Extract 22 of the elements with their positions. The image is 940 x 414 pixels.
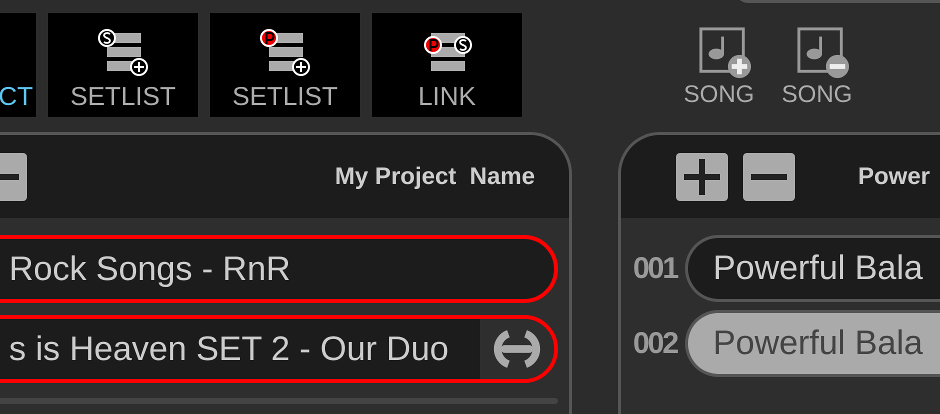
song-row[interactable]: Powerful Bala (685, 310, 940, 377)
song-button[interactable]: SONG (675, 26, 763, 132)
song-button[interactable]: SONG (773, 26, 861, 132)
add-button[interactable] (676, 152, 728, 200)
remove-button[interactable] (743, 152, 795, 200)
setlist-row[interactable]: Rock Songs - RnR (0, 235, 558, 303)
setlist-row[interactable]: s is Heaven SET 2 - Our Duo (0, 315, 558, 383)
toolbar-button[interactable]: LINK (372, 13, 522, 117)
project-title: My Project Name (334, 162, 535, 190)
minus-icon (751, 174, 787, 180)
toolbar-button[interactable]: SETLIST (48, 13, 198, 117)
plus-icon (684, 158, 720, 194)
link-button[interactable] (480, 319, 554, 379)
link-icon (493, 328, 541, 370)
toolbar-button[interactable]: SETLIST (210, 13, 360, 117)
song-row[interactable]: Powerful Bala (685, 235, 940, 302)
song-remove-icon (796, 26, 850, 80)
song-number: 001 (633, 252, 679, 286)
toolbar-button[interactable]: CT (0, 13, 36, 117)
song-add-icon (698, 26, 752, 80)
setlist-title: Power (858, 162, 930, 190)
song-number: 002 (633, 326, 679, 360)
